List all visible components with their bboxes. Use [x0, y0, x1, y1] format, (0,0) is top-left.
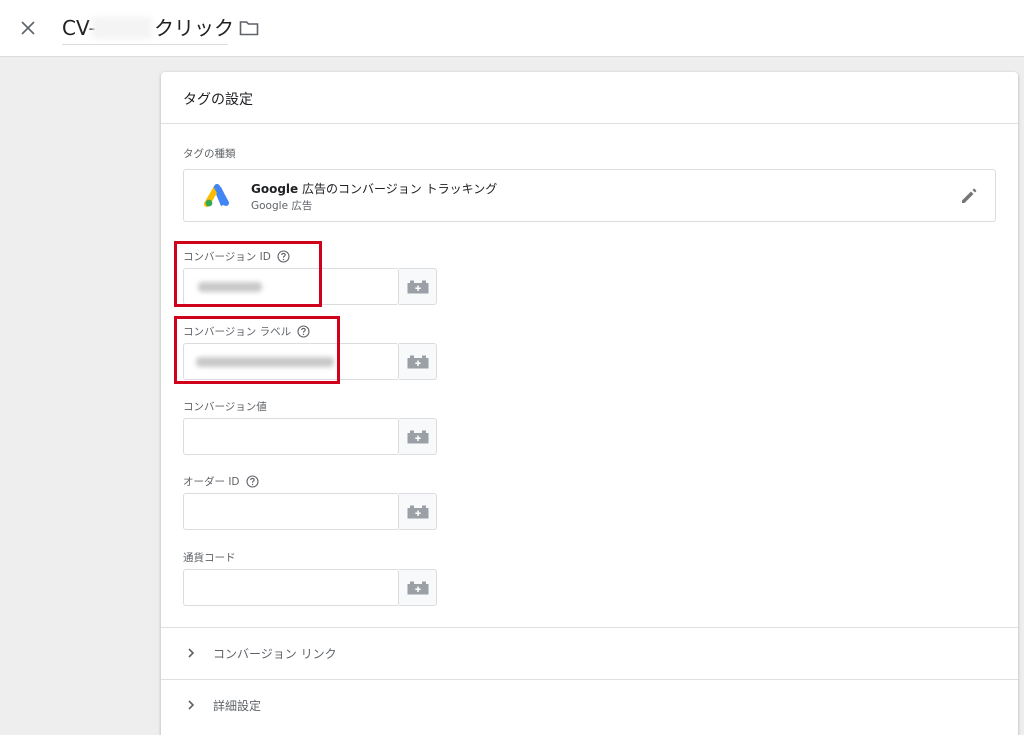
variable-brick-icon: [407, 505, 428, 518]
close-button[interactable]: [14, 14, 42, 42]
folder-icon: [239, 21, 259, 36]
currency-code-variable-button[interactable]: [399, 569, 437, 606]
tag-configuration-card: タグの設定 タグの種類 Google 広告のコンバージョン トラッキング Goo…: [161, 72, 1018, 735]
conversion-label-variable-button[interactable]: [399, 343, 437, 380]
order-id-field[interactable]: [183, 493, 400, 530]
tag-name-redacted: [92, 17, 152, 39]
top-bar: CV- クリック: [0, 0, 1024, 57]
pencil-icon: [962, 188, 977, 203]
order-id-label-text: オーダー ID: [183, 476, 240, 488]
variable-brick-icon: [407, 280, 428, 293]
tag-type-subtitle: Google 広告: [251, 200, 313, 212]
section-divider: [161, 679, 1018, 680]
highlight-box-conversion-label: [174, 316, 340, 384]
card-title: タグの設定: [161, 72, 1018, 124]
tag-name-suffix: クリック: [154, 16, 234, 40]
tag-type-label-text: タグの種類: [183, 148, 236, 160]
section-conversion-link[interactable]: コンバージョン リンク: [183, 641, 337, 665]
currency-code-input[interactable]: [184, 570, 400, 605]
tag-type-selector[interactable]: Google 広告のコンバージョン トラッキング Google 広告: [183, 169, 996, 222]
tag-name-field[interactable]: CV- クリック: [62, 13, 234, 45]
tag-type-name: Google 広告のコンバージョン トラッキング: [251, 180, 497, 197]
conversion-value-variable-button[interactable]: [399, 418, 437, 455]
edit-tag-type-button[interactable]: [959, 186, 979, 206]
google-ads-logo: [204, 184, 229, 207]
variable-brick-icon: [407, 581, 428, 594]
section-advanced-settings[interactable]: 詳細設定: [183, 693, 261, 717]
chevron-right-icon: [188, 700, 195, 710]
currency-code-label: 通貨コード: [183, 550, 236, 565]
close-icon: [21, 21, 35, 35]
currency-code-label-text: 通貨コード: [183, 552, 236, 564]
tag-name-prefix: CV-: [62, 16, 96, 40]
order-id-input[interactable]: [184, 494, 400, 529]
tag-type-name-rest: 広告のコンバージョン トラッキング: [298, 182, 498, 196]
chevron-right-icon: [188, 648, 195, 658]
currency-code-field[interactable]: [183, 569, 400, 606]
conversion-value-field[interactable]: [183, 418, 400, 455]
order-id-variable-button[interactable]: [399, 493, 437, 530]
tag-type-brand: Google: [251, 182, 299, 196]
tag-type-label: タグの種類: [183, 146, 236, 161]
help-circle-icon[interactable]: [245, 475, 259, 488]
order-id-label: オーダー ID: [183, 474, 259, 489]
variable-brick-icon: [407, 430, 428, 443]
section-advanced-settings-label: 詳細設定: [213, 698, 262, 713]
section-conversion-link-label: コンバージョン リンク: [213, 646, 337, 661]
highlight-box-conversion-id: [174, 241, 322, 307]
conversion-value-label-text: コンバージョン値: [183, 401, 267, 413]
conversion-value-input[interactable]: [184, 419, 400, 454]
variable-brick-icon: [407, 355, 428, 368]
section-divider: [161, 627, 1018, 628]
folder-button[interactable]: [238, 17, 260, 39]
conversion-value-label: コンバージョン値: [183, 399, 267, 414]
conversion-id-variable-button[interactable]: [399, 268, 437, 305]
